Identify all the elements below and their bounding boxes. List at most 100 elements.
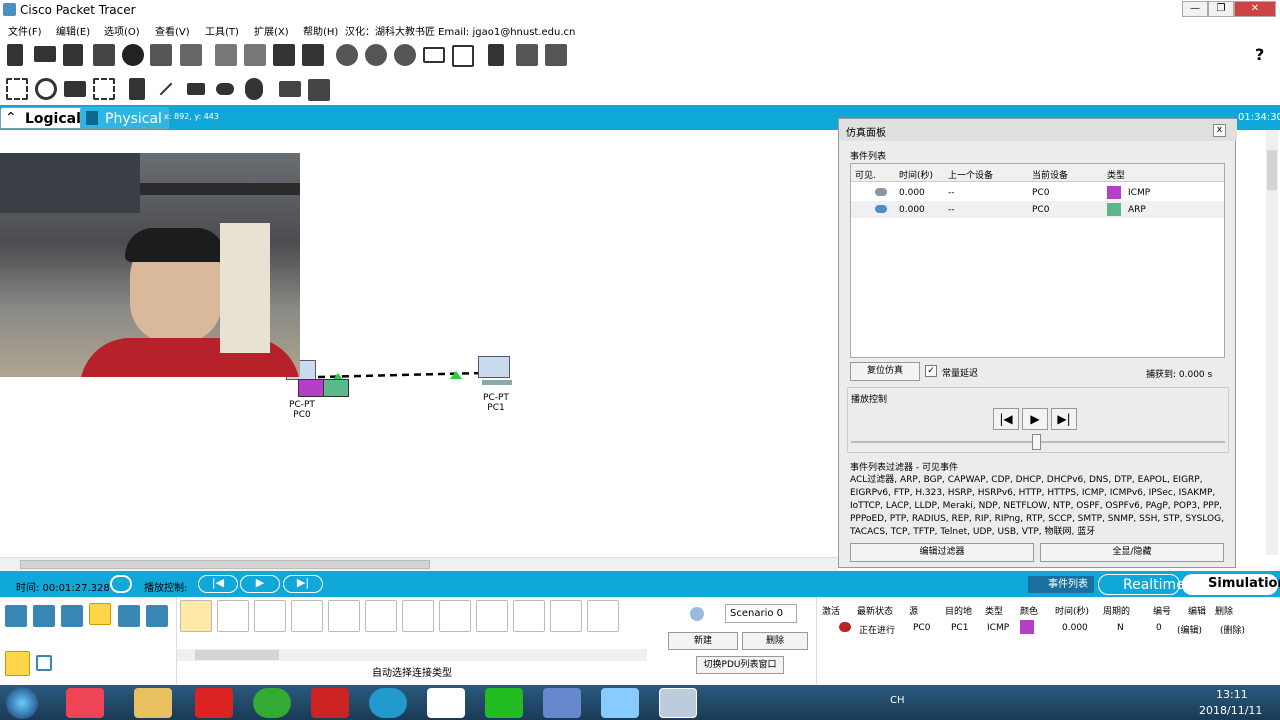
network-devices-icon[interactable] <box>5 605 27 627</box>
feishu-icon[interactable] <box>543 688 581 718</box>
event-list-toggle[interactable]: 事件列表 <box>1028 576 1094 593</box>
zoom-out-icon[interactable] <box>394 44 416 66</box>
add-simple-pdu-icon[interactable] <box>279 81 301 97</box>
eye-icon[interactable] <box>875 205 887 213</box>
scroll-thumb[interactable] <box>195 650 279 660</box>
edit-filters-button[interactable]: 编辑过滤器 <box>850 543 1034 562</box>
capture-forward-button[interactable]: ▶| <box>1051 408 1077 430</box>
menu-edit[interactable]: 编辑(E) <box>56 23 90 38</box>
freeform-icon[interactable] <box>245 78 263 100</box>
scroll-thumb[interactable] <box>20 560 430 569</box>
grid-icon[interactable] <box>36 655 52 671</box>
custom-device-icon[interactable] <box>452 45 474 67</box>
cluster-icon[interactable] <box>516 44 538 66</box>
col-last-device[interactable]: 上一个设备 <box>948 168 993 181</box>
edit-pdu-link[interactable]: (编辑) <box>1177 623 1202 636</box>
coaxial-icon[interactable] <box>402 600 434 632</box>
maximize-button[interactable]: ❐ <box>1208 1 1234 17</box>
ime-indicator[interactable]: CH <box>890 695 905 706</box>
save-icon[interactable] <box>63 44 83 66</box>
new-scenario-button[interactable]: 新建 <box>668 632 738 650</box>
auto-connect-icon[interactable] <box>180 600 212 632</box>
power-cycle-icon[interactable] <box>110 575 132 593</box>
scroll-thumb[interactable] <box>1267 150 1277 190</box>
start-button[interactable] <box>6 687 38 719</box>
delete-scenario-button[interactable]: 删除 <box>742 632 808 650</box>
open-folder-icon[interactable] <box>34 46 56 62</box>
select-icon[interactable] <box>6 78 28 100</box>
delete-icon[interactable] <box>64 81 86 97</box>
status-back-button[interactable]: |◀ <box>198 575 238 593</box>
panel-close-button[interactable]: x <box>1213 124 1226 137</box>
taskbar-app-icon[interactable] <box>66 688 104 718</box>
undo-icon[interactable] <box>273 44 295 66</box>
eye-icon[interactable] <box>875 188 887 196</box>
play-button[interactable]: ▶ <box>1022 408 1048 430</box>
line-icon[interactable] <box>159 82 173 96</box>
pdu-icon[interactable] <box>488 44 504 66</box>
note-icon[interactable] <box>129 78 145 100</box>
straight-through-icon[interactable] <box>254 600 286 632</box>
fiber-icon[interactable] <box>328 600 360 632</box>
canvas-vertical-scrollbar[interactable] <box>1266 130 1278 555</box>
col-visible[interactable]: 可见. <box>855 168 876 181</box>
packet-tracer-taskbar-icon[interactable] <box>659 688 697 718</box>
chrome-icon[interactable] <box>253 688 291 718</box>
menu-extensions[interactable]: 扩展(X) <box>254 23 289 38</box>
table-row[interactable]: 0.000 -- PC0 ICMP <box>851 184 1224 201</box>
ellipse-icon[interactable] <box>216 83 234 95</box>
paste-icon[interactable] <box>244 44 266 66</box>
end-devices-icon[interactable] <box>33 605 55 627</box>
browser-icon[interactable] <box>369 688 407 718</box>
octal-cable-icon[interactable] <box>513 600 545 632</box>
rectangle-icon[interactable] <box>187 83 205 95</box>
connections-icon[interactable] <box>89 603 111 625</box>
zoom-in-icon[interactable] <box>336 44 358 66</box>
menu-file[interactable]: 文件(F) <box>8 23 42 38</box>
resize-icon[interactable] <box>93 78 115 100</box>
add-complex-pdu-icon[interactable] <box>308 79 330 101</box>
iot-custom-cable-icon[interactable] <box>550 600 582 632</box>
menu-options[interactable]: 选项(O) <box>104 23 140 38</box>
tab-logical[interactable]: ⌃ Logical <box>0 107 88 129</box>
usb-cable-icon[interactable] <box>587 600 619 632</box>
status-play-button[interactable]: ▶ <box>240 575 280 593</box>
activity-wizard-icon[interactable] <box>180 44 202 66</box>
pc1-device[interactable] <box>476 356 516 388</box>
multiuser-icon[interactable] <box>146 605 168 627</box>
wechat-icon[interactable] <box>485 688 523 718</box>
palette-scrollbar[interactable] <box>177 649 647 661</box>
network-wizard-icon[interactable] <box>150 44 172 66</box>
info-icon[interactable] <box>122 44 144 66</box>
serial-dte-icon[interactable] <box>476 600 508 632</box>
netease-music-icon[interactable] <box>195 688 233 718</box>
speed-slider-thumb[interactable] <box>1032 434 1041 450</box>
misc-icon[interactable] <box>118 605 140 627</box>
new-file-icon[interactable] <box>7 44 23 66</box>
menu-help[interactable]: 帮助(H) <box>303 23 338 38</box>
col-type[interactable]: 类型 <box>1107 168 1125 181</box>
serial-dce-icon[interactable] <box>439 600 471 632</box>
inspect-icon[interactable] <box>35 78 57 100</box>
pdu-row[interactable]: 正在进行 PC0 PC1 ICMP 0.000 N 0 (编辑) (删除) <box>817 619 1267 636</box>
realtime-tab[interactable]: Realtime <box>1098 574 1185 595</box>
drawing-palette-icon[interactable] <box>423 47 445 63</box>
crossover-icon[interactable] <box>291 600 323 632</box>
ipc-icon[interactable] <box>545 44 567 66</box>
print-icon[interactable] <box>93 44 115 66</box>
canvas-horizontal-scrollbar[interactable] <box>0 557 838 571</box>
col-time[interactable]: 时间(秒) <box>899 168 933 181</box>
phone-cable-icon[interactable] <box>365 600 397 632</box>
tab-physical[interactable]: Physical <box>80 107 169 129</box>
constant-delay-checkbox[interactable]: ✓ <box>925 365 937 377</box>
console-cable-icon[interactable] <box>217 600 249 632</box>
minimize-button[interactable]: — <box>1182 1 1208 17</box>
simulation-tab[interactable]: Simulation <box>1182 574 1280 595</box>
help-icon[interactable]: ? <box>1255 45 1264 64</box>
status-forward-button[interactable]: ▶| <box>283 575 323 593</box>
menu-tools[interactable]: 工具(T) <box>205 23 239 38</box>
table-row[interactable]: 0.000 -- PC0 ARP <box>851 201 1224 218</box>
scenario-select[interactable]: Scenario 0 <box>725 604 797 623</box>
auto-connection-icon[interactable] <box>5 651 30 676</box>
show-all-button[interactable]: 全显/隐藏 <box>1040 543 1224 562</box>
